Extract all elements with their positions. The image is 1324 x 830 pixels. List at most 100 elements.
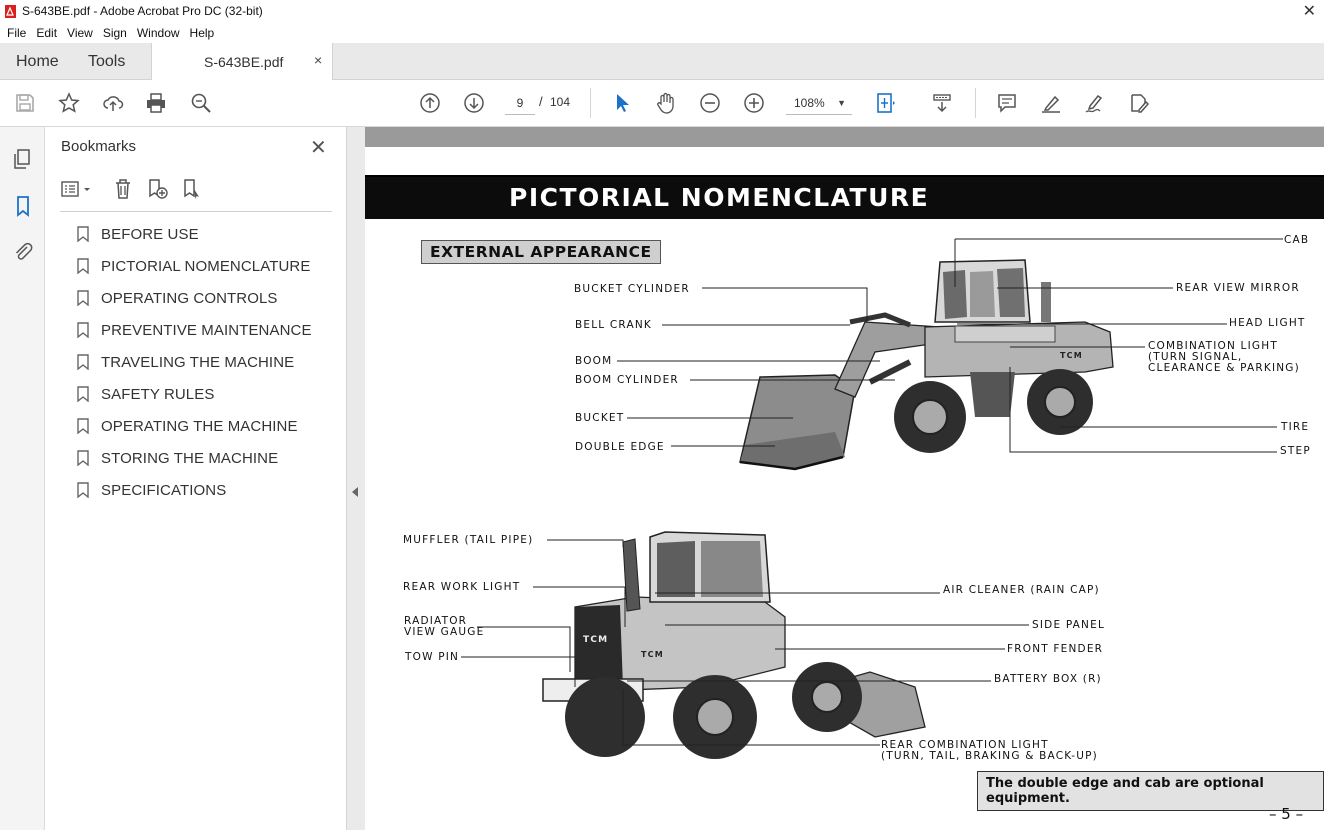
bookmark-icon — [77, 322, 89, 338]
window-title: S-643BE.pdf - Adobe Acrobat Pro DC (32-b… — [22, 4, 263, 18]
bookmark-label: TRAVELING THE MACHINE — [101, 353, 295, 371]
label-bucket-cylinder: BUCKET CYLINDER — [574, 283, 690, 295]
bookmark-search-icon[interactable] — [180, 177, 204, 201]
select-arrow-icon[interactable] — [610, 91, 634, 115]
label-bucket: BUCKET — [575, 412, 625, 424]
bookmark-label: OPERATING THE MACHINE — [101, 417, 298, 435]
attachments-icon[interactable] — [11, 240, 35, 264]
label-tire: TIRE — [1281, 421, 1310, 433]
label-view-gauge: VIEW GAUGE — [404, 626, 485, 638]
page-number-input[interactable]: 9 — [505, 92, 535, 115]
bookmark-item[interactable]: BEFORE USE — [77, 224, 199, 244]
page-separator: / — [539, 94, 543, 109]
new-bookmark-icon[interactable] — [145, 177, 169, 201]
tab-tools[interactable]: Tools — [88, 53, 125, 71]
bookmark-item[interactable]: SAFETY RULES — [77, 384, 214, 404]
page-total: 104 — [550, 95, 571, 109]
bookmark-icon — [77, 290, 89, 306]
bookmark-label: OPERATING CONTROLS — [101, 289, 278, 307]
zoom-in-icon[interactable] — [742, 91, 766, 115]
window-close-button[interactable]: ✕ — [1303, 1, 1316, 21]
zoom-out-icon[interactable] — [698, 91, 722, 115]
main-toolbar: 9 / 104 108% ▼ — [0, 80, 1324, 127]
tab-home[interactable]: Home — [16, 53, 59, 71]
pdf-app-icon — [5, 4, 16, 18]
bookmark-item[interactable]: PREVENTIVE MAINTENANCE — [77, 320, 312, 340]
bookmark-item[interactable]: SPECIFICATIONS — [77, 480, 226, 500]
tab-close-button[interactable]: × — [314, 52, 322, 68]
bookmark-item[interactable]: OPERATING THE MACHINE — [77, 416, 298, 436]
loader-illustrations — [461, 238, 1283, 759]
label-cab: CAB — [1284, 234, 1310, 246]
bookmark-item[interactable]: TRAVELING THE MACHINE — [77, 352, 294, 372]
print-icon[interactable] — [144, 91, 168, 115]
menu-help[interactable]: Help — [190, 26, 215, 40]
hand-icon[interactable] — [654, 91, 678, 115]
chevron-down-icon: ▼ — [837, 98, 846, 108]
bookmark-label: PICTORIAL NOMENCLATURE — [101, 257, 311, 275]
label-step: STEP — [1280, 445, 1311, 457]
delete-bookmark-icon[interactable] — [111, 177, 135, 201]
bookmark-label: SAFETY RULES — [101, 385, 215, 403]
page-up-icon[interactable] — [418, 91, 442, 115]
sign-icon[interactable] — [1083, 91, 1107, 115]
bookmarks-toolbar — [45, 175, 346, 205]
highlight-icon[interactable] — [1039, 91, 1063, 115]
bookmark-icon — [77, 418, 89, 434]
bookmarks-divider — [60, 211, 332, 212]
label-boom: BOOM — [575, 355, 613, 367]
pages-icon[interactable] — [11, 147, 35, 171]
brand-rear-2: TCM — [641, 650, 664, 659]
bookmark-icon — [77, 386, 89, 402]
bookmark-icon — [77, 482, 89, 498]
zoom-value: 108% — [794, 96, 825, 110]
brand-front: TCM — [1060, 351, 1083, 360]
collapse-arrow-icon[interactable] — [352, 487, 358, 497]
menu-view[interactable]: View — [67, 26, 93, 40]
page-down-icon[interactable] — [462, 91, 486, 115]
search-icon[interactable] — [189, 91, 213, 115]
label-battery-box: BATTERY BOX (R) — [994, 673, 1102, 685]
bookmarks-title: Bookmarks — [61, 138, 137, 155]
label-air-cleaner: AIR CLEANER (RAIN CAP) — [943, 584, 1100, 596]
tab-document-label: S-643BE.pdf — [204, 54, 284, 70]
page-number: – 5 – — [1269, 805, 1304, 823]
zoom-select[interactable]: 108% ▼ — [786, 92, 852, 115]
save-icon[interactable] — [13, 91, 37, 115]
label-rear-view-mirror: REAR VIEW MIRROR — [1176, 282, 1300, 294]
bookmarks-panel: Bookmarks ✕ BEFORE USE PICTORIAL NOMENCL… — [45, 127, 347, 830]
label-side-panel: SIDE PANEL — [1032, 619, 1106, 631]
bookmarks-icon[interactable] — [11, 194, 35, 218]
menu-file[interactable]: File — [7, 26, 26, 40]
label-double-edge: DOUBLE EDGE — [575, 441, 665, 453]
star-icon[interactable] — [57, 91, 81, 115]
label-muffler: MUFFLER (TAIL PIPE) — [403, 534, 534, 546]
comment-icon[interactable] — [995, 91, 1019, 115]
fit-page-icon[interactable] — [874, 91, 898, 115]
bookmarks-close-button[interactable]: ✕ — [310, 135, 327, 160]
title-bar: S-643BE.pdf - Adobe Acrobat Pro DC (32-b… — [0, 0, 1324, 22]
label-rear-combination-light-detail: (TURN, TAIL, BRAKING & BACK-UP) — [881, 750, 1098, 762]
bookmark-item[interactable]: STORING THE MACHINE — [77, 448, 278, 468]
edit-pdf-icon[interactable] — [1127, 91, 1151, 115]
label-head-light: HEAD LIGHT — [1229, 317, 1306, 329]
bookmark-label: STORING THE MACHINE — [101, 449, 279, 467]
bookmark-options-icon[interactable] — [60, 177, 94, 201]
bookmark-icon — [77, 226, 89, 242]
bookmark-item[interactable]: PICTORIAL NOMENCLATURE — [77, 256, 310, 276]
label-tow-pin: TOW PIN — [405, 651, 460, 663]
label-rear-work-light: REAR WORK LIGHT — [403, 581, 521, 593]
menu-edit[interactable]: Edit — [36, 26, 57, 40]
bookmark-icon — [77, 450, 89, 466]
tab-document[interactable]: S-643BE.pdf × — [151, 43, 333, 80]
document-view[interactable]: PICTORIAL NOMENCLATURE EXTERNAL APPEARAN… — [365, 127, 1324, 830]
toolbar-divider — [590, 88, 591, 118]
bookmark-item[interactable]: OPERATING CONTROLS — [77, 288, 278, 308]
panel-splitter[interactable] — [347, 127, 365, 830]
menu-sign[interactable]: Sign — [103, 26, 127, 40]
scroll-mode-icon[interactable] — [930, 91, 954, 115]
menu-bar: File Edit View Sign Window Help — [0, 22, 1324, 43]
bookmark-label: SPECIFICATIONS — [101, 481, 227, 499]
upload-icon[interactable] — [101, 91, 125, 115]
menu-window[interactable]: Window — [137, 26, 180, 40]
